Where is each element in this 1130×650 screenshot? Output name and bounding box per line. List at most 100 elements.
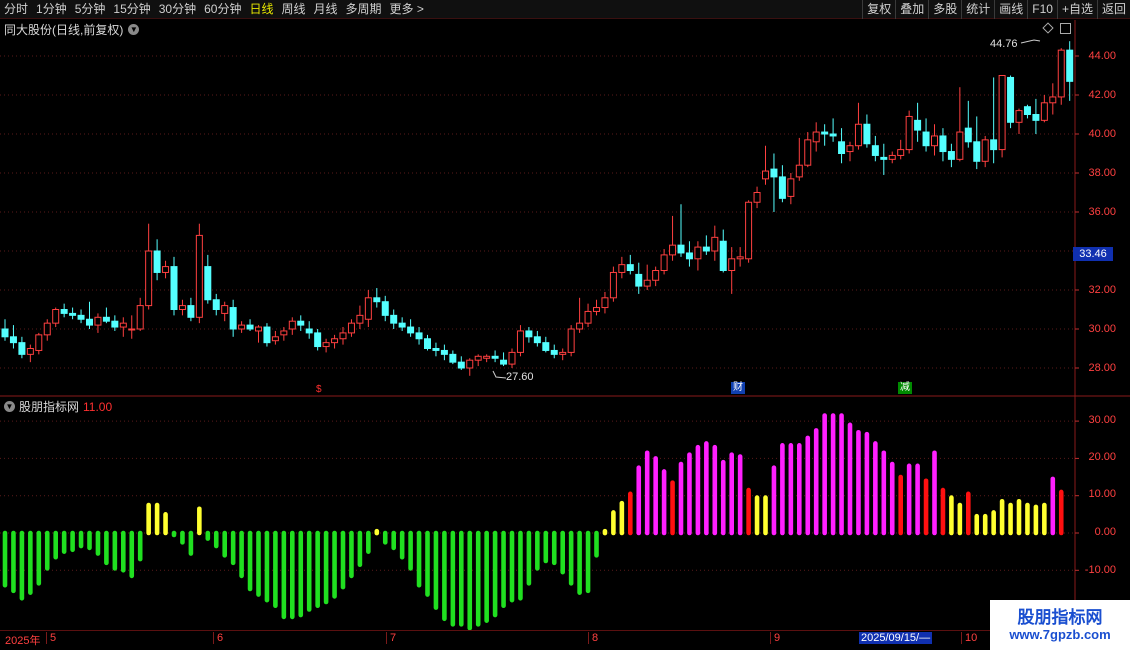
candle <box>407 319 415 337</box>
price-axis-label: 44.00 <box>1088 50 1116 62</box>
candle <box>745 200 753 263</box>
toolbar: 分时 1分钟 5分钟 15分钟 30分钟 60分钟 日线 周线 月线 多周期 更多 > 复权 叠加 多股… <box>0 0 1130 19</box>
current-price-tag: 33.46 <box>1073 247 1113 261</box>
candle <box>170 256 178 316</box>
candle <box>669 215 677 261</box>
candle <box>440 344 448 361</box>
candle-body <box>339 332 347 340</box>
tool-button[interactable]: 复权 <box>862 0 895 19</box>
tool-button[interactable]: 多股 <box>928 0 961 19</box>
candle <box>711 225 719 261</box>
candle-body <box>1032 114 1040 121</box>
candle <box>829 118 837 142</box>
candle <box>52 307 60 328</box>
candle-body <box>373 297 381 303</box>
candle <box>1007 75 1015 129</box>
candle <box>778 165 786 203</box>
candle <box>60 303 68 318</box>
candle-body <box>871 145 879 156</box>
candle-body <box>314 332 322 348</box>
event-marker-finance[interactable]: 财 <box>731 382 745 394</box>
high-pointer-line <box>1020 39 1041 44</box>
candle <box>1049 83 1057 115</box>
candle-body <box>43 322 51 336</box>
candle-body <box>128 328 136 331</box>
tool-button[interactable]: 叠加 <box>895 0 928 19</box>
period-tab[interactable]: 多周期 <box>342 0 386 19</box>
period-tab[interactable]: 月线 <box>310 0 342 19</box>
candle <box>702 235 710 255</box>
period-tab[interactable]: 日线 <box>245 0 277 19</box>
tool-button[interactable]: 返回 <box>1096 0 1130 19</box>
period-tab[interactable]: 周线 <box>277 0 309 19</box>
candle-body <box>567 328 575 353</box>
period-tab[interactable]: 60分钟 <box>200 0 245 19</box>
candle-body <box>990 139 998 151</box>
indicator-bar-chart[interactable] <box>0 397 1130 630</box>
candle <box>677 204 685 257</box>
candle-body <box>778 176 786 199</box>
period-tab[interactable]: 5分钟 <box>71 0 110 19</box>
candle-body <box>229 307 237 330</box>
candle-body <box>356 314 364 324</box>
candle-body <box>1066 49 1074 82</box>
candle-body <box>947 151 955 160</box>
period-tab[interactable]: 1分钟 <box>32 0 71 19</box>
candle-body <box>246 324 254 330</box>
candle-body <box>888 154 896 160</box>
candle-body <box>905 115 913 151</box>
candle <box>753 186 761 209</box>
low-price-label: 27.60 <box>506 371 534 383</box>
candle <box>914 102 922 142</box>
candle-body <box>880 156 888 160</box>
candle <box>212 293 220 316</box>
tool-button[interactable]: F10 <box>1027 0 1057 19</box>
candle-body <box>212 299 220 310</box>
candlestick-chart[interactable] <box>0 20 1130 397</box>
candle-body <box>609 271 617 299</box>
period-tabs: 分时 1分钟 5分钟 15分钟 30分钟 60分钟 日线 周线 月线 多周期 更多 > <box>0 0 428 19</box>
candle <box>288 317 296 335</box>
candle-body <box>255 326 262 332</box>
watermark-logo: 股朋指标网 www.7gpzb.com <box>990 600 1130 650</box>
candle-body <box>331 338 339 344</box>
date-month-label: 10 <box>961 632 977 644</box>
candle <box>990 77 998 164</box>
candle <box>854 102 862 150</box>
candle <box>795 137 803 181</box>
watermark-title: 股朋指标网 <box>1017 608 1103 627</box>
candle <box>331 334 339 349</box>
candle-body <box>753 192 761 203</box>
candle <box>94 313 102 333</box>
candle <box>1066 41 1074 101</box>
price-axis-label: 30.00 <box>1088 323 1116 335</box>
candle <box>466 358 474 376</box>
period-tab[interactable]: 15分钟 <box>109 0 154 19</box>
candle <box>69 307 77 320</box>
candle-body <box>795 164 803 178</box>
candle-body <box>297 320 305 326</box>
candle <box>229 299 237 337</box>
candle <box>576 297 584 333</box>
candle-body <box>981 139 989 162</box>
tool-button[interactable]: +自选 <box>1056 0 1097 19</box>
period-tab[interactable]: 分时 <box>0 0 32 19</box>
candle-body <box>187 305 195 318</box>
period-tab[interactable]: 30分钟 <box>155 0 200 19</box>
candle-body <box>626 264 634 271</box>
candle-body <box>635 273 643 287</box>
event-marker-reduce[interactable]: 减 <box>898 382 912 394</box>
candle <box>263 323 271 347</box>
candle <box>998 75 1006 158</box>
tool-button[interactable]: 统计 <box>961 0 994 19</box>
tool-button[interactable]: 画线 <box>994 0 1027 19</box>
event-marker-dollar[interactable]: $ <box>314 384 324 396</box>
candle-body <box>170 266 178 311</box>
candle <box>1023 104 1031 119</box>
candle-body <box>432 348 440 351</box>
period-tab[interactable]: 更多 > <box>386 0 428 19</box>
candle-body <box>305 328 313 334</box>
candle-body <box>1007 76 1015 123</box>
candle <box>35 332 43 355</box>
candle <box>922 118 930 152</box>
